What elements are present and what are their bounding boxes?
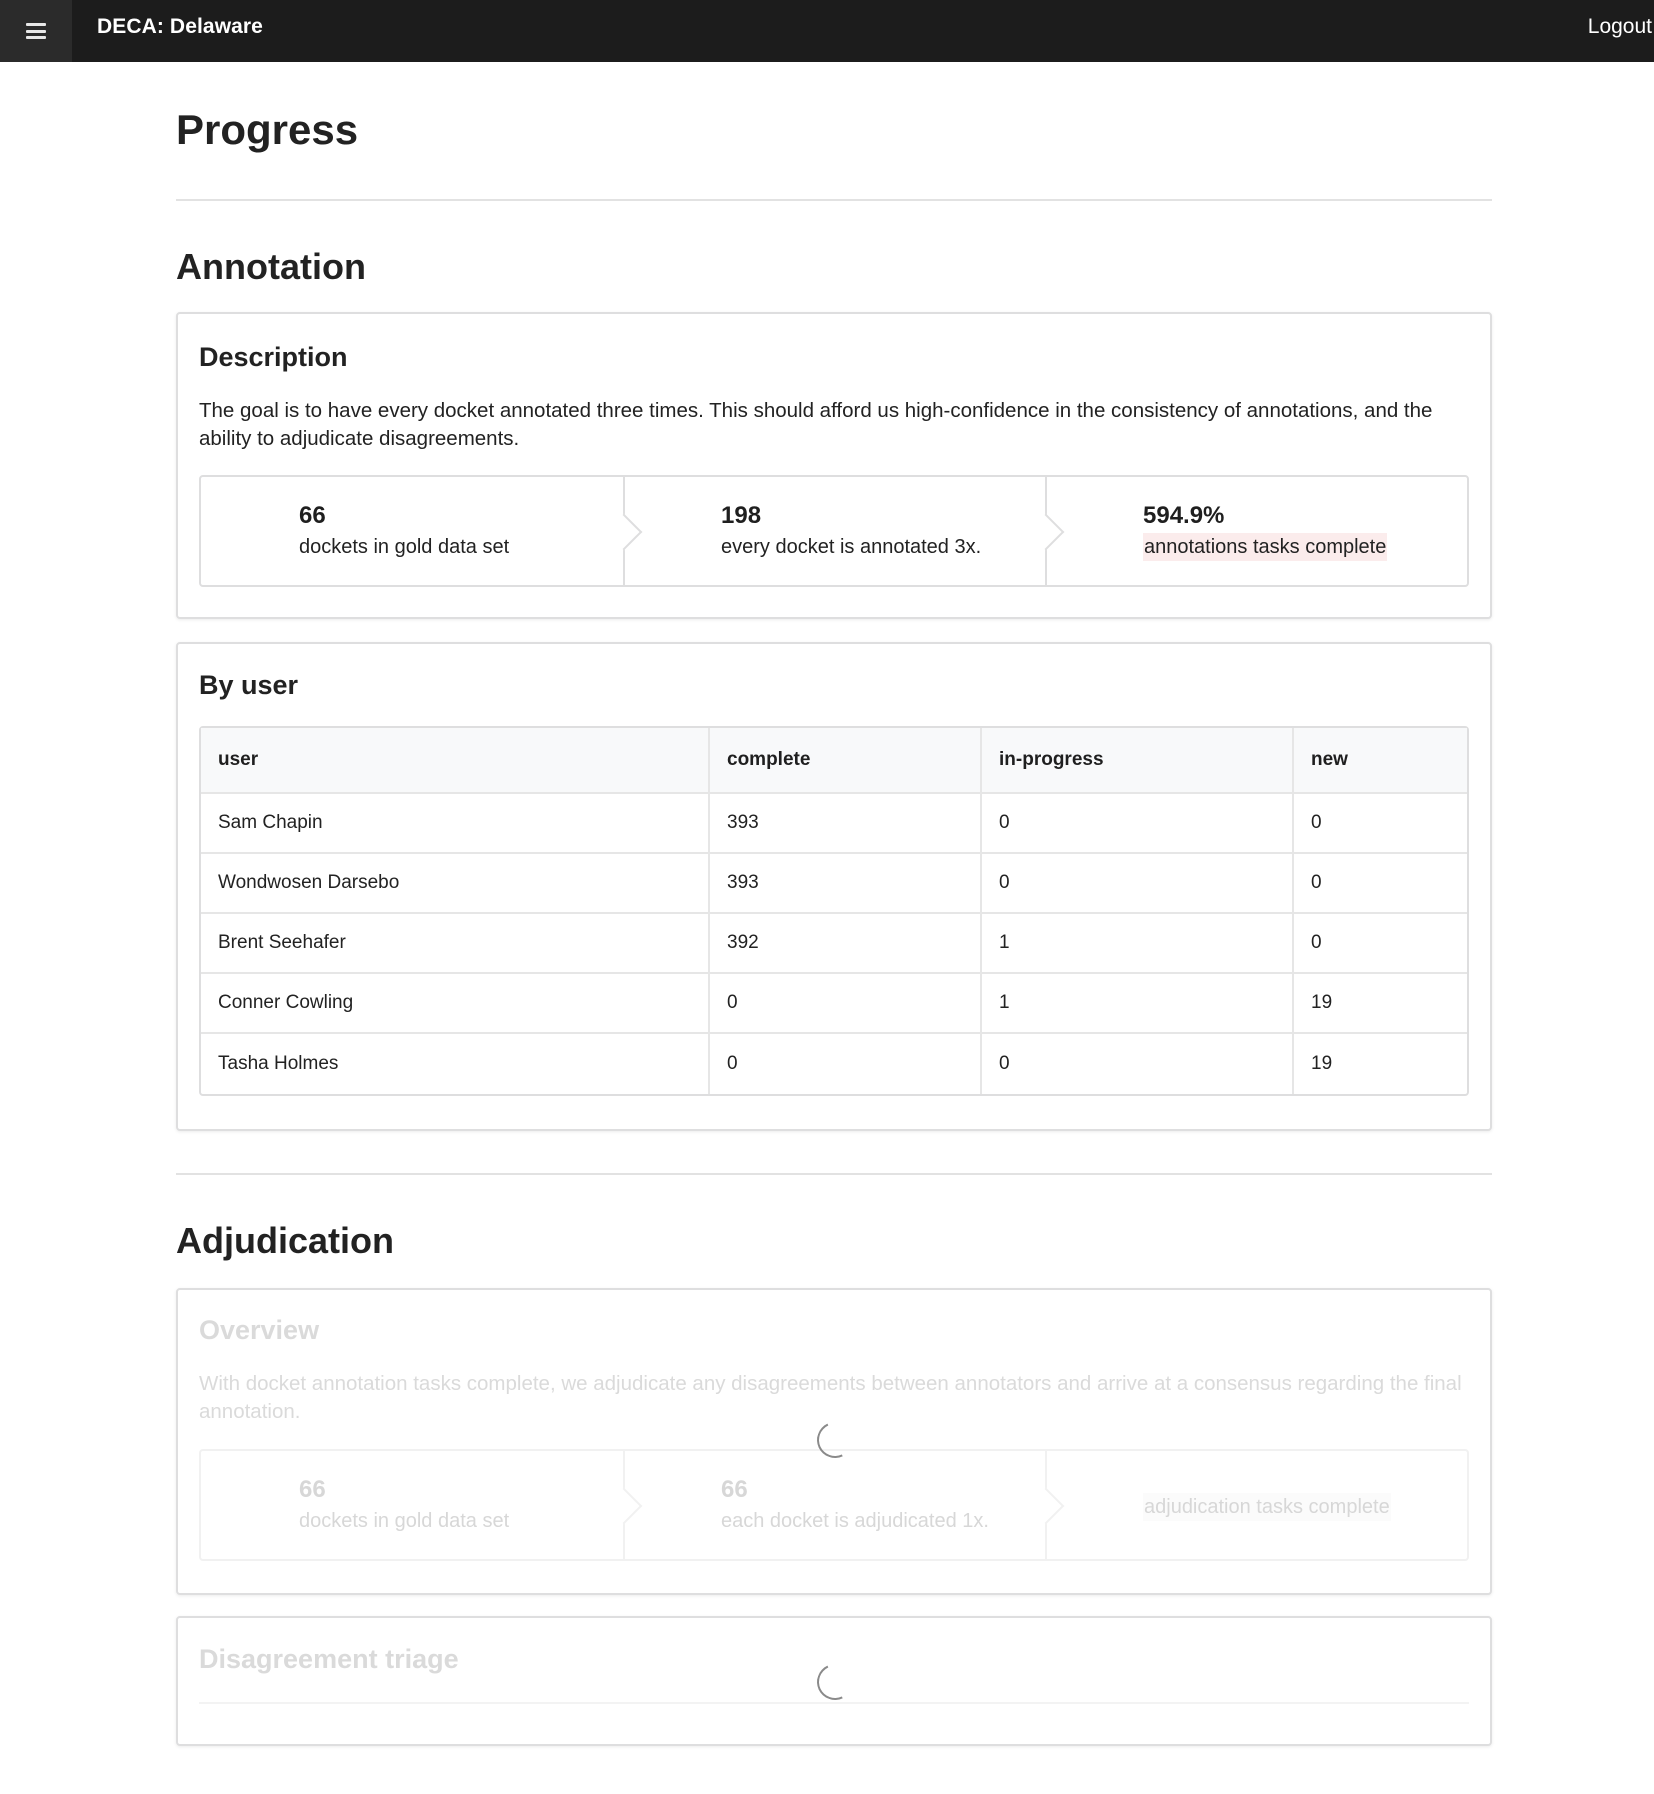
by-user-table: user complete in-progress new Sam Chapin… — [199, 726, 1469, 1096]
top-navbar: DECA: Delaware Logout — [0, 0, 1654, 62]
step-value: 66 — [299, 502, 326, 529]
cell-new: 0 — [1294, 914, 1467, 974]
cell-new: 0 — [1294, 854, 1467, 914]
step-label: every docket is annotated 3x. — [721, 536, 982, 558]
step-gold-dockets: 66 dockets in gold data set — [201, 477, 625, 585]
description-text: The goal is to have every docket annotat… — [199, 399, 1433, 450]
step-annotated-3x: 198 every docket is annotated 3x. — [625, 477, 1047, 585]
table-row: Conner Cowling 0 1 19 — [201, 974, 1467, 1034]
cell-user: Tasha Holmes — [201, 1034, 710, 1094]
logout-link[interactable]: Logout — [1588, 15, 1652, 39]
triage-heading: Disagreement triage — [199, 1644, 459, 1674]
cell-in-progress: 0 — [982, 794, 1294, 854]
step-gold-dockets: 66 dockets in gold data set — [201, 1451, 625, 1559]
cell-user: Conner Cowling — [201, 974, 710, 1034]
overview-text: With docket annotation tasks complete, w… — [199, 1372, 1462, 1423]
column-header-complete[interactable]: complete — [710, 728, 982, 794]
menu-toggle-button[interactable] — [0, 0, 72, 62]
step-tasks-complete: 594.9% annotations tasks complete — [1047, 477, 1467, 585]
annotation-steps: 66 dockets in gold data set 198 every do… — [199, 475, 1469, 587]
step-label: dockets in gold data set — [299, 536, 510, 558]
cell-complete: 393 — [710, 794, 982, 854]
cell-user: Sam Chapin — [201, 794, 710, 854]
table-header-row: user complete in-progress new — [201, 728, 1467, 794]
step-label: each docket is adjudicated 1x. — [721, 1510, 989, 1532]
cell-complete: 0 — [710, 974, 982, 1034]
adjudication-section-title: Adjudication — [176, 1220, 394, 1261]
table-row: Brent Seehafer 392 1 0 — [201, 914, 1467, 974]
step-value: 66 — [299, 1476, 326, 1503]
table-row: Sam Chapin 393 0 0 — [201, 794, 1467, 854]
cell-in-progress: 1 — [982, 914, 1294, 974]
adjudication-overview-card: Overview With docket annotation tasks co… — [176, 1288, 1492, 1595]
disagreement-triage-card: Disagreement triage — [176, 1616, 1492, 1746]
by-user-card: By user user complete in-progress new Sa… — [176, 642, 1492, 1131]
table-row: Wondwosen Darsebo 393 0 0 — [201, 854, 1467, 914]
step-label: dockets in gold data set — [299, 1510, 510, 1532]
cell-new: 19 — [1311, 1053, 1333, 1074]
cell-in-progress: 0 — [982, 1034, 1294, 1094]
step-adjudication-complete: adjudication tasks complete — [1047, 1451, 1467, 1559]
step-value: 594.9% — [1143, 502, 1225, 529]
step-value: 198 — [721, 502, 762, 529]
column-header-in-progress[interactable]: in-progress — [982, 728, 1294, 794]
step-label: adjudication tasks complete — [1143, 1493, 1391, 1521]
cell-new: 0 — [1294, 794, 1467, 854]
by-user-heading: By user — [199, 670, 299, 700]
page-title: Progress — [176, 106, 359, 153]
column-header-new[interactable]: new — [1294, 728, 1467, 794]
divider — [176, 1173, 1492, 1175]
divider — [176, 199, 1492, 201]
cell-complete: 393 — [710, 854, 982, 914]
cell-in-progress: 1 — [982, 974, 1294, 1034]
triage-table-placeholder — [199, 1702, 1469, 1704]
cell-in-progress: 0 — [982, 854, 1294, 914]
hamburger-menu-icon — [26, 23, 46, 39]
step-value: 66 — [721, 1476, 748, 1503]
annotation-description-card: Description The goal is to have every do… — [176, 312, 1492, 619]
adjudication-steps: 66 dockets in gold data set 66 each dock… — [199, 1449, 1469, 1561]
cell-user: Brent Seehafer — [201, 914, 710, 974]
step-adjudicated-1x: 66 each docket is adjudicated 1x. — [625, 1451, 1047, 1559]
cell-complete: 392 — [710, 914, 982, 974]
overview-heading: Overview — [199, 1315, 320, 1345]
annotation-section-title: Annotation — [176, 246, 366, 287]
loading-spinner-icon — [811, 1658, 859, 1706]
cell-user: Wondwosen Darsebo — [201, 854, 710, 914]
column-header-user[interactable]: user — [201, 728, 710, 794]
step-label: annotations tasks complete — [1143, 533, 1388, 561]
app-title[interactable]: DECA: Delaware — [97, 15, 263, 39]
cell-complete: 0 — [710, 1034, 982, 1094]
description-heading: Description — [199, 342, 348, 372]
cell-new: 19 — [1294, 974, 1467, 1034]
table-row: Tasha Holmes 0 0 19 — [201, 1034, 1467, 1094]
